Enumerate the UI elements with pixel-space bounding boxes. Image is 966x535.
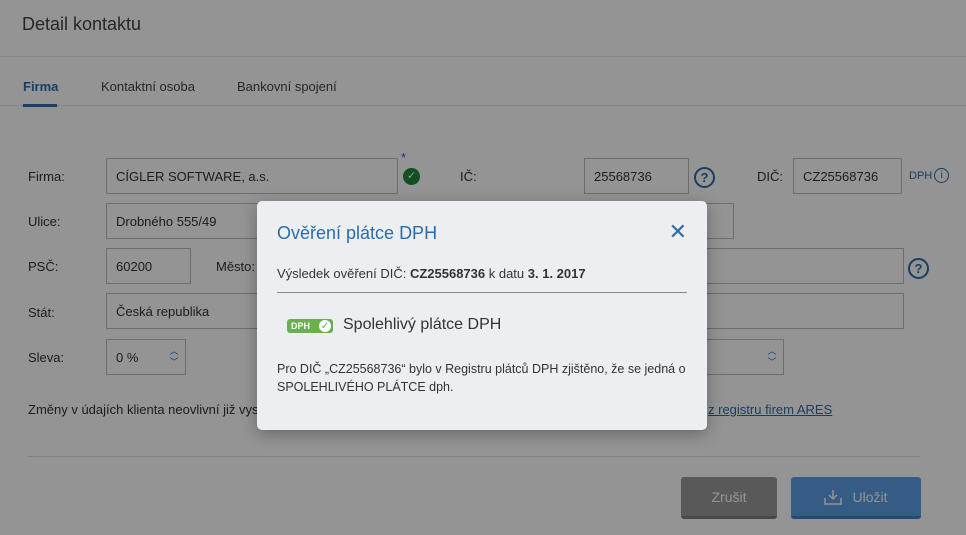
result-dic: CZ25568736 bbox=[409, 266, 486, 281]
vat-status: Spolehlivý plátce DPH bbox=[343, 316, 502, 333]
modal-divider bbox=[277, 292, 687, 293]
dph-badge-label: DPH bbox=[291, 321, 311, 331]
vat-verification-modal: Ověření plátce DPH ✕ Výsledek ověření DI… bbox=[257, 201, 707, 430]
verification-result: Výsledek ověření DIČ: CZ25568736 k datu … bbox=[277, 266, 586, 281]
modal-title: Ověření plátce DPH bbox=[277, 223, 438, 243]
result-mid: k datu bbox=[485, 266, 528, 281]
check-icon: ✓ bbox=[318, 319, 332, 333]
result-date: 3. 1. 2017 bbox=[527, 266, 586, 281]
result-prefix: Výsledek ověření DIČ: bbox=[277, 266, 410, 281]
modal-description: Pro DIČ „CZ25568736“ bylo v Registru plá… bbox=[277, 362, 686, 394]
dph-badge: DPH ✓ bbox=[287, 319, 333, 333]
close-icon[interactable]: ✕ bbox=[669, 221, 687, 243]
